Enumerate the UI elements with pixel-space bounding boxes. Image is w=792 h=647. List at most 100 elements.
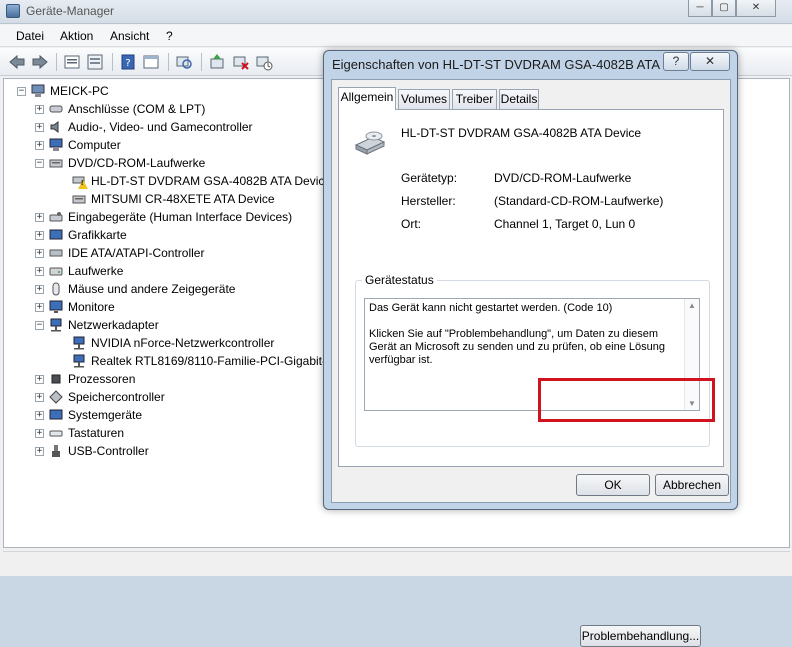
expand-toggle[interactable]: + — [35, 302, 44, 312]
expand-toggle[interactable]: + — [35, 122, 44, 132]
expand-toggle[interactable]: + — [35, 266, 44, 276]
expand-toggle[interactable]: + — [35, 140, 44, 150]
tree-item-label: Netzwerkadapter — [68, 318, 159, 332]
title-bar: Geräte-Manager ─ ▢ ✕ — [0, 0, 792, 24]
device-type-value: DVD/CD-ROM-Laufwerke — [494, 171, 632, 185]
tree-item-label: Audio-, Video- und Gamecontroller — [68, 120, 253, 134]
monitor-icon — [49, 300, 63, 313]
network-icon — [50, 318, 62, 332]
usb-icon — [52, 445, 60, 457]
tree-item-system[interactable]: + Systemgeräte — [35, 406, 142, 424]
tree-item-mitsumi[interactable]: MITSUMI CR-48XETE ATA Device — [72, 190, 275, 208]
cancel-button[interactable]: Abbrechen — [655, 474, 729, 496]
display-adapter-icon — [49, 229, 63, 240]
tree-item-prozessoren[interactable]: + Prozessoren — [35, 370, 135, 388]
dialog-close-button[interactable]: ✕ — [690, 52, 730, 71]
maximize-button[interactable]: ▢ — [712, 0, 736, 17]
tree-item-label: NVIDIA nForce-Netzwerkcontroller — [91, 336, 275, 350]
tree-item-label: Tastaturen — [68, 426, 125, 440]
tree-item-nvidia[interactable]: NVIDIA nForce-Netzwerkcontroller — [72, 334, 274, 352]
tree-item-ide[interactable]: + IDE ATA/ATAPI-Controller — [35, 244, 204, 262]
expand-toggle[interactable]: + — [35, 446, 44, 456]
minimize-button[interactable]: ─ — [688, 0, 712, 17]
menu-help[interactable]: ? — [166, 29, 173, 43]
tree-item-netzwerk[interactable]: − Netzwerkadapter — [35, 316, 159, 334]
tab-treiber[interactable]: Treiber — [452, 89, 497, 109]
uninstall-device-icon[interactable] — [232, 53, 250, 71]
expand-toggle[interactable]: + — [35, 212, 44, 222]
tree-item-anschluesse[interactable]: + Anschlüsse (COM & LPT) — [35, 100, 205, 118]
system-device-icon — [49, 409, 63, 420]
tree-item-usb[interactable]: + USB-Controller — [35, 442, 149, 460]
tree-item-label: Speichercontroller — [68, 390, 165, 404]
update-driver-icon[interactable] — [208, 53, 226, 71]
menu-datei[interactable]: Datei — [16, 29, 44, 43]
tree-item-label: Laufwerke — [68, 264, 124, 278]
tree-item-label: Computer — [68, 138, 121, 152]
help-book-icon[interactable]: ? — [119, 53, 137, 71]
tree-item-label: Grafikkarte — [68, 228, 127, 242]
tree-item-speicher[interactable]: + Speichercontroller — [35, 388, 165, 406]
view-icon[interactable] — [142, 53, 160, 71]
expand-toggle[interactable]: + — [35, 392, 44, 402]
collapse-toggle[interactable]: − — [35, 320, 44, 330]
expand-toggle[interactable]: + — [35, 374, 44, 384]
collapse-toggle[interactable]: − — [35, 158, 44, 168]
tree-item-hid[interactable]: + Eingabegeräte (Human Interface Devices… — [35, 208, 292, 226]
list-view-icon[interactable] — [86, 53, 104, 71]
expand-toggle[interactable]: + — [35, 104, 44, 114]
tree-root[interactable]: − MEICK-PC — [17, 82, 109, 100]
manufacturer-value: (Standard-CD-ROM-Laufwerke) — [494, 194, 664, 208]
highlight-frame — [538, 378, 715, 422]
window-title: Geräte-Manager — [26, 4, 115, 18]
tree-item-label: Prozessoren — [68, 372, 136, 386]
audio-icon — [50, 121, 59, 133]
tree-item-dvd[interactable]: − DVD/CD-ROM-Laufwerke — [35, 154, 205, 172]
location-value: Channel 1, Target 0, Lun 0 — [494, 217, 636, 231]
tree-item-computer[interactable]: + Computer — [35, 136, 121, 154]
tree-item-realtek[interactable]: Realtek RTL8169/8110-Familie-PCI-Gigabit… — [72, 352, 334, 370]
disable-device-icon[interactable] — [255, 53, 273, 71]
dialog-help-button[interactable]: ? — [663, 52, 689, 71]
ide-icon — [49, 249, 63, 257]
tab-allgemein[interactable]: Allgemein — [338, 87, 396, 110]
cpu-icon — [51, 374, 61, 384]
expand-toggle[interactable]: + — [35, 230, 44, 240]
tree-item-monitore[interactable]: + Monitore — [35, 298, 115, 316]
forward-arrow-icon[interactable] — [31, 53, 49, 71]
device-type-label: Gerätetyp: — [401, 171, 458, 185]
tree-item-maeuse[interactable]: + Mäuse und andere Zeigegeräte — [35, 280, 235, 298]
ok-button[interactable]: OK — [576, 474, 650, 496]
scroll-up-icon[interactable]: ▲ — [688, 301, 696, 310]
location-label: Ort: — [401, 217, 421, 231]
collapse-toggle[interactable]: − — [17, 86, 26, 96]
keyboard-icon — [49, 430, 63, 437]
expand-toggle[interactable]: + — [35, 410, 44, 420]
disk-drive-icon — [49, 267, 63, 276]
tree-item-label: DVD/CD-ROM-Laufwerke — [68, 156, 206, 170]
troubleshoot-button[interactable]: Problembehandlung... — [580, 625, 701, 647]
menu-aktion[interactable]: Aktion — [60, 29, 93, 43]
tree-item-laufwerke[interactable]: + Laufwerke — [35, 262, 123, 280]
close-button[interactable]: ✕ — [736, 0, 776, 17]
back-arrow-icon[interactable] — [8, 53, 26, 71]
expand-toggle[interactable]: + — [35, 248, 44, 258]
svg-text:?: ? — [125, 58, 130, 69]
tree-item-hl-dt-st[interactable]: HL-DT-ST DVDRAM GSA-4082B ATA Device — [72, 172, 331, 190]
computer-icon — [31, 84, 45, 97]
scan-hardware-icon[interactable] — [175, 53, 193, 71]
expand-toggle[interactable]: + — [35, 284, 44, 294]
tab-volumes[interactable]: Volumes — [398, 89, 450, 109]
expand-toggle[interactable]: + — [35, 428, 44, 438]
tree-item-audio[interactable]: + Audio-, Video- und Gamecontroller — [35, 118, 253, 136]
device-status-title: Gerätestatus — [362, 273, 437, 287]
menu-ansicht[interactable]: Ansicht — [110, 29, 149, 43]
tab-details[interactable]: Details — [499, 89, 539, 109]
tree-item-grafik[interactable]: + Grafikkarte — [35, 226, 127, 244]
menu-bar: Datei Aktion Ansicht ? — [0, 25, 792, 47]
tree-item-label: IDE ATA/ATAPI-Controller — [68, 246, 205, 260]
tree-item-tastaturen[interactable]: + Tastaturen — [35, 424, 124, 442]
hid-icon — [49, 212, 63, 222]
properties-icon[interactable] — [63, 53, 81, 71]
dvd-drive-icon — [72, 195, 86, 204]
